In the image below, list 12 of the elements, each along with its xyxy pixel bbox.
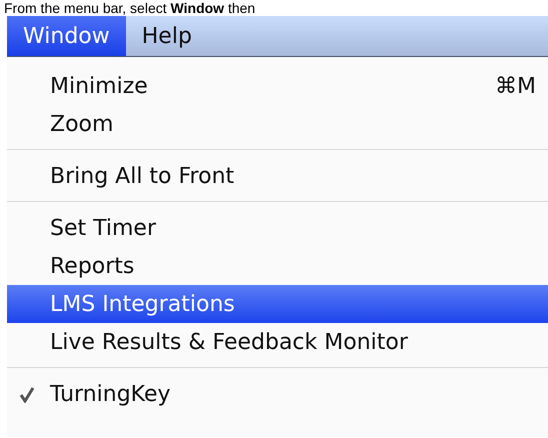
menu-item[interactable]: Set Timer <box>7 209 548 247</box>
menu-bar-item[interactable]: Window <box>7 16 126 56</box>
instruction-text: From the menu bar, select Window then <box>3 0 256 16</box>
menu-item[interactable]: LMS Integrations <box>7 285 548 323</box>
menu-bar-item[interactable]: Help <box>126 16 208 56</box>
menu-item[interactable]: Reports <box>7 247 548 285</box>
menu-item[interactable]: Bring All to Front <box>7 157 548 195</box>
menu-item[interactable]: Minimize ⌘M <box>7 67 548 105</box>
menu-item[interactable]: Zoom <box>7 105 548 143</box>
menu-item[interactable]: TurningKey <box>7 375 548 413</box>
menu-item[interactable]: Live Results & Feedback Monitor <box>7 323 548 361</box>
shortcut-text: ⌘M <box>495 74 536 98</box>
